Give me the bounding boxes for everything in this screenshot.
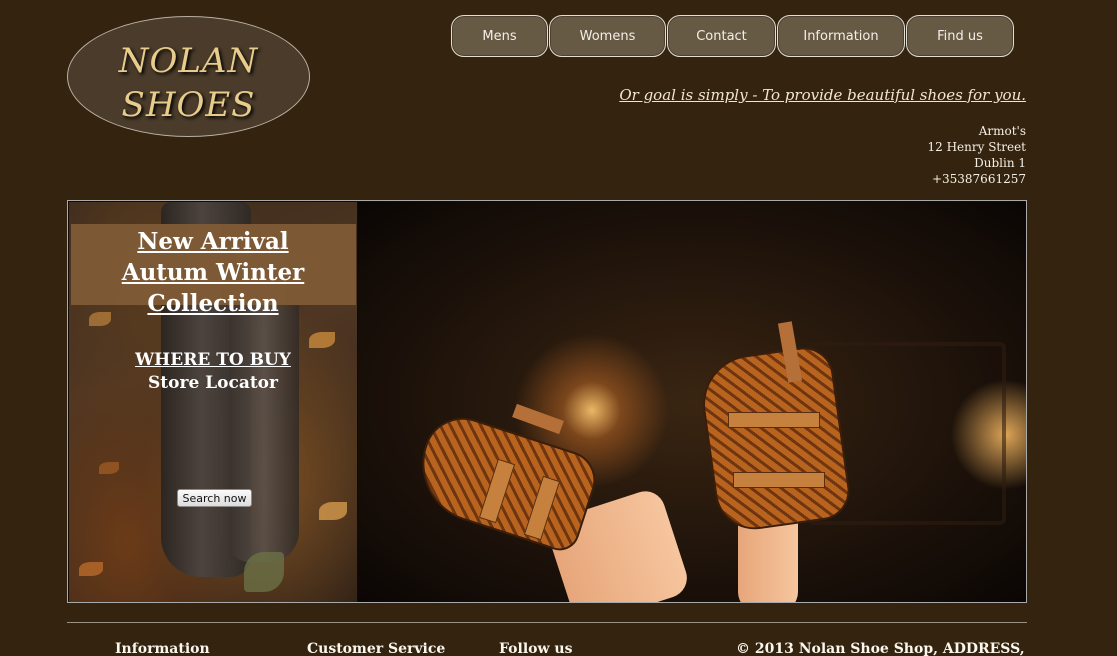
strap <box>733 472 825 488</box>
promo-line1: New Arrival <box>137 228 289 255</box>
leaf-decoration <box>244 552 284 592</box>
nav-mens[interactable]: Mens <box>451 15 548 57</box>
hero-banner: New Arrival Autum Winter Collection WHER… <box>67 200 1027 603</box>
nav-contact[interactable]: Contact <box>667 15 776 57</box>
promo-line3: Collection <box>147 290 279 317</box>
address-phone: +35387661257 <box>931 172 1026 186</box>
address-name: Armot's <box>978 124 1026 138</box>
promo-title[interactable]: New Arrival Autum Winter Collection <box>69 226 357 319</box>
leaf-decoration <box>309 332 335 348</box>
hero-photo <box>358 202 1026 602</box>
store-locator-label: Store Locator <box>148 373 278 393</box>
strap <box>728 412 820 428</box>
footer-copyright: © 2013 Nolan Shoe Shop, ADDRESS, <box>736 641 1025 656</box>
footer-information[interactable]: Information <box>115 641 210 656</box>
address-street: 12 Henry Street <box>927 140 1026 154</box>
page: NOLAN SHOES Mens Womens Contact Informat… <box>0 0 1117 656</box>
search-now-button[interactable]: Search now <box>177 489 252 507</box>
tagline: Or goal is simply - To provide beautiful… <box>619 86 1026 104</box>
heel <box>512 403 564 435</box>
where-to-buy-link[interactable]: WHERE TO BUY <box>69 350 357 370</box>
footer-follow-us[interactable]: Follow us <box>499 641 572 656</box>
promo-panel: New Arrival Autum Winter Collection WHER… <box>69 202 357 602</box>
leaf-decoration <box>319 502 347 520</box>
leaf-decoration <box>79 562 103 576</box>
nav-information[interactable]: Information <box>777 15 905 57</box>
logo-text-line1: NOLAN <box>118 41 259 81</box>
leaf-decoration <box>99 462 119 474</box>
footer-customer-service[interactable]: Customer Service <box>307 641 445 656</box>
nav-find-us[interactable]: Find us <box>906 15 1014 57</box>
footer-divider <box>67 622 1027 623</box>
logo-text-line2: SHOES <box>121 85 256 125</box>
logo[interactable]: NOLAN SHOES <box>67 16 310 137</box>
store-address: Armot's 12 Henry Street Dublin 1 +353876… <box>927 123 1026 187</box>
nav-womens[interactable]: Womens <box>549 15 666 57</box>
address-city: Dublin 1 <box>974 156 1026 170</box>
promo-line2: Autum Winter <box>121 259 305 286</box>
shoe-right <box>696 343 854 535</box>
